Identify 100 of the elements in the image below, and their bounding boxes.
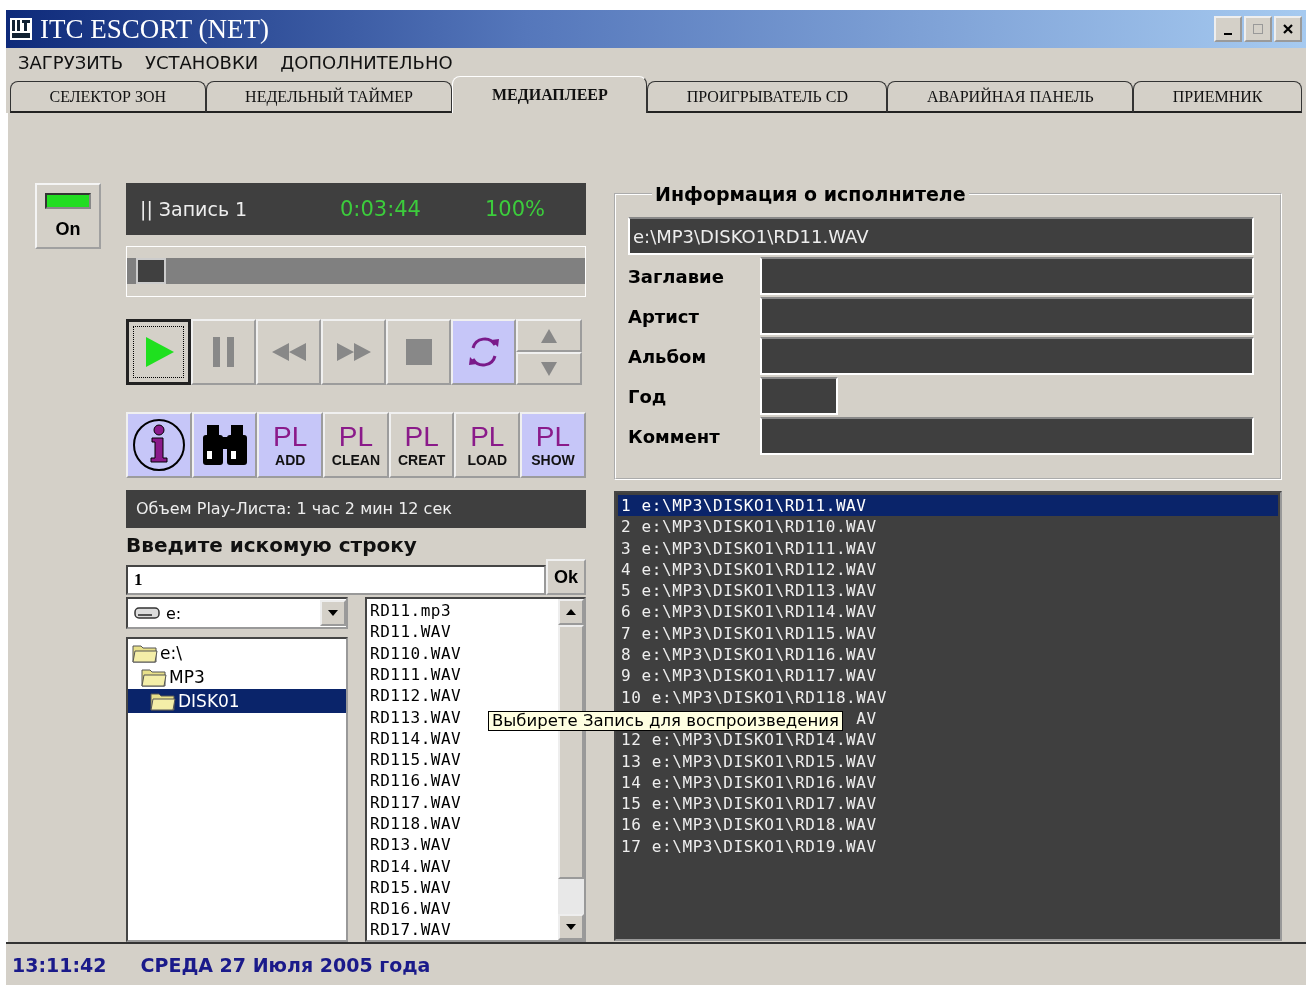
tab[interactable]: СЕЛЕКТОР ЗОН xyxy=(10,81,206,113)
folder-item[interactable]: MP3 xyxy=(128,665,346,689)
playlist-item[interactable]: 10 e:\MP3\DISKO1\RD118.WAV xyxy=(618,686,1278,708)
playlist-length-text: Объем Play-Листа: 1 час 2 мин 12 сек xyxy=(136,499,452,519)
file-item[interactable]: RD112.WAV xyxy=(370,685,558,707)
file-item[interactable]: RD16.WAV xyxy=(370,898,558,920)
search-label: Введите искомую строку xyxy=(126,532,418,558)
rewind-button[interactable] xyxy=(256,319,321,385)
file-item[interactable]: RD116.WAV xyxy=(370,770,558,792)
field-label: Заглавие xyxy=(628,265,725,287)
file-item[interactable]: RD117.WAV xyxy=(370,791,558,813)
playlist-item[interactable]: 12 e:\MP3\DISKO1\RD14.WAV xyxy=(618,729,1278,751)
file-item[interactable]: RD11.WAV xyxy=(370,621,558,643)
playlist-item[interactable]: 5 e:\MP3\DISKO1\RD113.WAV xyxy=(618,580,1278,602)
file-item[interactable]: RD111.WAV xyxy=(370,663,558,686)
field-label: Артист xyxy=(628,305,700,327)
group-title: Информация о исполнителе xyxy=(652,183,969,205)
playlist-item[interactable]: 4 e:\MP3\DISKO1\RD112.WAV xyxy=(618,558,1278,581)
minimize-icon xyxy=(1224,33,1232,35)
tab[interactable]: МЕДИАПЛЕЕР xyxy=(452,76,648,113)
stop-icon xyxy=(405,339,432,365)
playlist-item[interactable]: 3 e:\MP3\DISKO1\RD111.WAV xyxy=(618,537,1278,559)
playlist-item[interactable]: 15 e:\MP3\DISKO1\RD17.WAV xyxy=(618,793,1278,815)
playlist-button[interactable]: PL LOAD xyxy=(454,412,521,478)
slider-thumb[interactable] xyxy=(136,258,167,285)
dropdown-arrow-button[interactable] xyxy=(320,600,346,626)
playlist-item[interactable]: 17 e:\MP3\DISKO1\RD19.WAV xyxy=(618,835,1278,858)
menu-item[interactable]: ЗАГРУЗИТЬ xyxy=(18,51,123,73)
scroll-up-icon xyxy=(566,609,576,615)
window-title: ITC ESCORT (NET) xyxy=(40,13,269,45)
app-logo-icon xyxy=(10,18,32,40)
file-item[interactable]: RD11.mp3 xyxy=(370,600,558,622)
field-label: Альбом xyxy=(628,345,708,367)
scroll-down-icon xyxy=(566,924,576,930)
forward-button[interactable] xyxy=(321,319,386,385)
down-triangle-icon xyxy=(541,361,557,376)
playlist-item[interactable]: 2 e:\MP3\DISKO1\RD110.WAV xyxy=(618,516,1278,538)
rewind-icon xyxy=(271,343,306,361)
playlist-item[interactable]: 1 e:\MP3\DISKO1\RD11.WAV xyxy=(618,495,1278,517)
power-button[interactable]: On xyxy=(35,183,101,249)
ok-button[interactable]: Ok xyxy=(546,559,586,595)
file-item[interactable]: RD110.WAV xyxy=(370,642,558,664)
maximize-icon xyxy=(1252,23,1264,35)
playlist-item[interactable]: 9 e:\MP3\DISKO1\RD117.WAV xyxy=(618,665,1278,687)
play-button[interactable] xyxy=(126,319,191,385)
info-icon xyxy=(131,418,186,472)
file-item[interactable]: RD115.WAV xyxy=(370,749,558,771)
clock-time: 13:11:42 xyxy=(12,953,107,976)
playlist-item[interactable]: 14 e:\MP3\DISKO1\RD16.WAV xyxy=(618,771,1278,794)
search-field[interactable]: 1 xyxy=(126,565,546,595)
folder-icon xyxy=(150,691,176,711)
tag-field[interactable] xyxy=(760,417,1254,455)
up-triangle-icon xyxy=(541,328,557,343)
close-button[interactable] xyxy=(1274,16,1302,42)
binoculars-icon xyxy=(200,425,249,465)
file-item[interactable]: RD13.WAV xyxy=(370,834,558,856)
track-time: 0:03:44 xyxy=(340,196,422,221)
playlist-item[interactable]: 16 e:\MP3\DISKO1\RD18.WAV xyxy=(618,814,1278,836)
file-item[interactable]: RD118.WAV xyxy=(370,813,558,835)
tab[interactable]: АВАРИЙНАЯ ПАНЕЛЬ xyxy=(887,81,1134,113)
info-button[interactable] xyxy=(126,412,192,478)
tab[interactable]: НЕДЕЛЬНЫЙ ТАЙМЕР xyxy=(205,81,453,113)
menu-item[interactable]: ДОПОЛНИТЕЛЬНО xyxy=(280,51,453,73)
pause-icon xyxy=(210,337,237,367)
file-item[interactable]: RD14.WAV xyxy=(370,855,558,877)
tab[interactable]: ПРИЕМНИК xyxy=(1133,81,1302,113)
date-text: СРЕДА 27 Июля 2005 года xyxy=(140,953,431,976)
tag-field[interactable] xyxy=(760,377,838,415)
repeat-button[interactable] xyxy=(451,319,516,385)
tag-field[interactable] xyxy=(760,297,1254,335)
folder-item[interactable]: e:\ xyxy=(128,641,346,665)
playlist-button[interactable]: PL CREAT xyxy=(388,412,455,478)
field-label: Год xyxy=(628,385,668,407)
folder-icon xyxy=(132,643,158,663)
file-item[interactable]: RD17.WAV xyxy=(370,919,558,940)
drive-dropdown[interactable]: e: xyxy=(126,597,348,629)
field-label: Коммент xyxy=(628,425,721,447)
playlist-item[interactable]: 13 e:\MP3\DISKO1\RD15.WAV xyxy=(618,750,1278,772)
menu-item[interactable]: УСТАНОВКИ xyxy=(145,51,259,73)
close-icon xyxy=(1282,23,1294,35)
playlist-item[interactable]: 8 e:\MP3\DISKO1\RD116.WAV xyxy=(618,644,1278,666)
search-button[interactable] xyxy=(191,412,258,478)
fast-forward-icon xyxy=(336,343,371,361)
playlist-button[interactable]: PL SHOW xyxy=(520,412,586,478)
playlist-button[interactable]: PL ADD xyxy=(257,412,324,478)
track-status: || Запись 1 xyxy=(140,197,249,220)
folder-item[interactable]: DISK01 xyxy=(128,689,346,713)
folder-icon xyxy=(141,667,167,687)
minimize-button[interactable] xyxy=(1214,16,1242,42)
playlist-item[interactable]: 7 e:\MP3\DISKO1\RD115.WAV xyxy=(618,622,1278,645)
file-item[interactable]: RD15.WAV xyxy=(370,876,558,899)
tag-field[interactable] xyxy=(760,257,1254,295)
tooltip: Выбирете Запись для воспроизведения xyxy=(488,710,843,731)
tab[interactable]: ПРОИГРЫВАТЕЛЬ CD xyxy=(647,81,888,113)
tag-field[interactable] xyxy=(760,337,1254,375)
position-slider[interactable] xyxy=(126,245,586,297)
playlist-button[interactable]: PL CLEAN xyxy=(323,412,389,478)
file-path-field: e:\MP3\DISKO1\RD11.WAV xyxy=(628,217,1254,255)
playlist-item[interactable]: 6 e:\MP3\DISKO1\RD114.WAV xyxy=(618,601,1278,623)
caret-down-icon xyxy=(328,610,338,616)
